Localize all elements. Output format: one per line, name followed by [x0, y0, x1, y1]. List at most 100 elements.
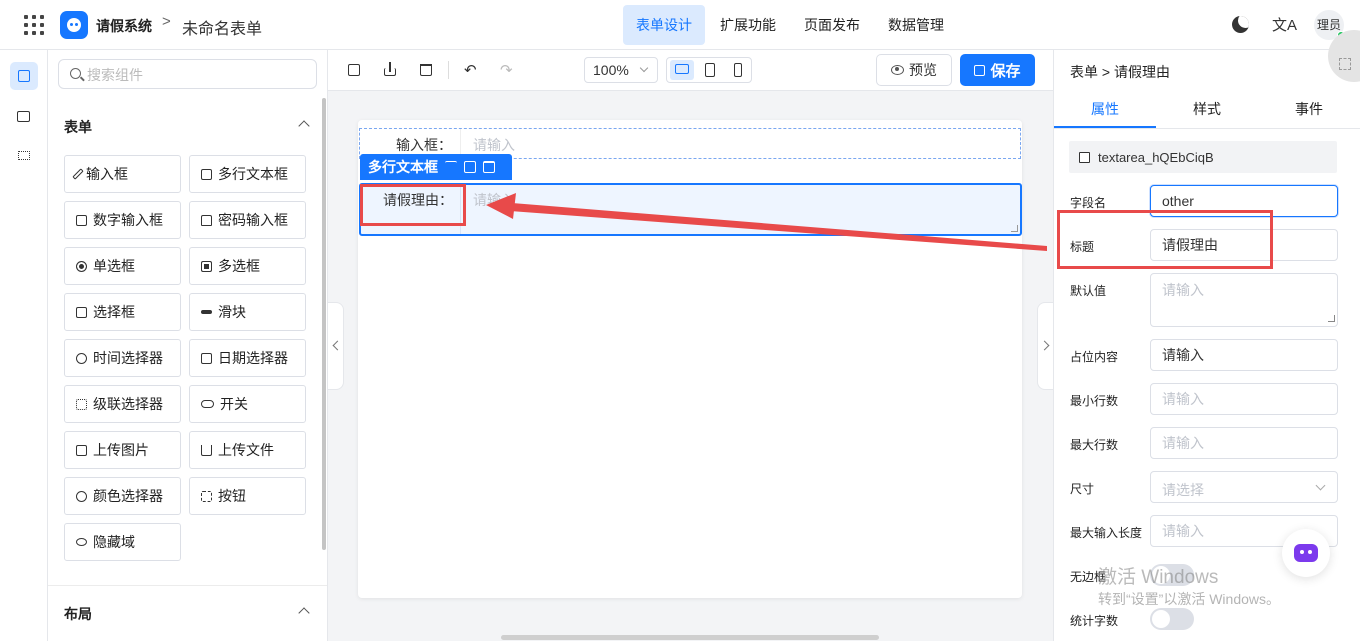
- undo-icon[interactable]: ↶: [462, 62, 478, 78]
- top-tabs: 表单设计 扩展功能 页面发布 数据管理: [623, 5, 959, 45]
- redo-icon[interactable]: ↷: [498, 62, 514, 78]
- field-placeholder: 请输入: [473, 137, 515, 153]
- tab-attributes[interactable]: 属性: [1054, 91, 1156, 128]
- tab-events[interactable]: 事件: [1258, 91, 1360, 128]
- label-max-rows: 最大行数: [1070, 438, 1119, 452]
- properties-tabs: 属性 样式 事件: [1054, 91, 1360, 129]
- default-value-textarea[interactable]: [1150, 273, 1338, 327]
- number-icon: [76, 214, 87, 226]
- tab-page-publish[interactable]: 页面发布: [791, 5, 873, 45]
- max-rows-input[interactable]: [1150, 427, 1338, 459]
- collapse-right-panel-handle[interactable]: [1037, 302, 1053, 390]
- size-select[interactable]: 请选择: [1150, 471, 1338, 503]
- chevron-right-icon: [1039, 340, 1050, 351]
- search-icon: [70, 68, 81, 79]
- left-rail: [0, 50, 48, 641]
- properties-breadcrumb: 表单 > 请假理由: [1070, 64, 1170, 80]
- cascader-icon: [76, 398, 87, 410]
- move-to-top-icon[interactable]: [445, 161, 457, 173]
- label-max-length: 最大输入长度: [1070, 526, 1143, 540]
- label-word-count: 统计字数: [1070, 614, 1119, 628]
- tab-style[interactable]: 样式: [1156, 91, 1258, 128]
- clock-icon: [76, 352, 87, 364]
- upload-icon: [201, 444, 212, 456]
- translate-icon[interactable]: 文A: [1272, 14, 1297, 35]
- component-search-input[interactable]: [87, 65, 307, 85]
- component-id-bar: textarea_hQEbCiqB: [1069, 141, 1337, 173]
- components-scrollbar[interactable]: [322, 98, 326, 550]
- textarea-icon: [1079, 151, 1090, 163]
- component-color-picker[interactable]: 颜色选择器: [64, 477, 181, 515]
- component-button[interactable]: 按钮: [189, 477, 306, 515]
- resize-grip-icon[interactable]: [1011, 225, 1018, 232]
- component-radio[interactable]: 单选框: [64, 247, 181, 285]
- rail-tree-icon[interactable]: [10, 142, 38, 170]
- selected-tag-label: 多行文本框: [368, 159, 438, 175]
- checkbox-icon: [201, 260, 212, 272]
- copy-icon[interactable]: [464, 161, 476, 173]
- component-input[interactable]: 输入框: [64, 155, 181, 193]
- component-slider[interactable]: 滑块: [189, 293, 306, 331]
- mobile-view-icon[interactable]: [726, 60, 750, 80]
- annotation-highlight-canvas-label: [360, 184, 466, 226]
- component-upload-image[interactable]: 上传图片: [64, 431, 181, 469]
- component-id: textarea_hQEbCiqB: [1098, 149, 1214, 165]
- component-password-input[interactable]: 密码输入框: [189, 201, 306, 239]
- properties-panel: 表单 > 请假理由 属性 样式 事件 textarea_hQEbCiqB 字段名…: [1053, 30, 1360, 641]
- rail-code-block-icon[interactable]: [10, 102, 38, 130]
- component-search[interactable]: [58, 59, 317, 89]
- button-icon: [201, 490, 212, 502]
- export-upload-icon[interactable]: [382, 62, 398, 78]
- windows-activation-watermark: 激活 Windows: [1098, 567, 1219, 588]
- label-size: 尺寸: [1070, 482, 1095, 496]
- min-rows-input[interactable]: [1150, 383, 1338, 415]
- word-count-switch[interactable]: [1150, 608, 1194, 630]
- component-number-input[interactable]: 数字输入框: [64, 201, 181, 239]
- canvas-horizontal-scrollbar[interactable]: [501, 635, 879, 640]
- resize-grip-icon[interactable]: [1328, 315, 1335, 322]
- top-header: 请假系统 > 未命名表单 表单设计 扩展功能 页面发布 数据管理 文A 理员: [0, 0, 1360, 50]
- field-textarea-box[interactable]: 请输入: [460, 185, 1020, 234]
- desktop-view-icon[interactable]: [670, 60, 694, 80]
- component-date-picker[interactable]: 日期选择器: [189, 339, 306, 377]
- label-min-rows: 最小行数: [1070, 394, 1119, 408]
- component-cascader[interactable]: 级联选择器: [64, 385, 181, 423]
- app-logo: [60, 11, 88, 39]
- annotation-highlight-title-property: [1057, 210, 1273, 269]
- collapse-left-panel-handle[interactable]: [328, 302, 344, 390]
- component-checkbox[interactable]: 多选框: [189, 247, 306, 285]
- tab-data-management[interactable]: 数据管理: [875, 5, 957, 45]
- component-time-picker[interactable]: 时间选择器: [64, 339, 181, 377]
- preview-button[interactable]: 预览: [876, 54, 952, 86]
- field-placeholder: 请输入: [473, 192, 515, 208]
- zoom-select[interactable]: 100%: [584, 57, 658, 83]
- component-upload-file[interactable]: 上传文件: [189, 431, 306, 469]
- component-select[interactable]: 选择框: [64, 293, 181, 331]
- label-default-value: 默认值: [1070, 284, 1107, 298]
- save-button[interactable]: 保存: [960, 54, 1035, 86]
- textarea-icon: [201, 168, 212, 180]
- preview-eye-icon: [891, 65, 904, 75]
- collapse-form-chevron-up-icon[interactable]: [298, 120, 310, 132]
- delete-icon[interactable]: [483, 161, 495, 173]
- document-name[interactable]: 未命名表单: [182, 15, 262, 39]
- preview-label: 预览: [909, 62, 937, 78]
- component-switch[interactable]: 开关: [189, 385, 306, 423]
- field-input-box[interactable]: 请输入: [460, 129, 1020, 158]
- tablet-view-icon[interactable]: [698, 60, 722, 80]
- save-disk-icon: [974, 64, 986, 76]
- component-hidden-field[interactable]: 隐藏域: [64, 523, 181, 561]
- tab-form-design[interactable]: 表单设计: [623, 5, 705, 45]
- assistant-robot-icon[interactable]: [1282, 529, 1330, 577]
- placeholder-input[interactable]: [1150, 339, 1338, 371]
- device-switcher: [666, 57, 752, 83]
- tab-extensions[interactable]: 扩展功能: [707, 5, 789, 45]
- collapse-layout-chevron-up-icon[interactable]: [298, 607, 310, 619]
- code-view-icon[interactable]: [346, 62, 362, 78]
- image-icon: [76, 444, 87, 456]
- dark-mode-moon-icon[interactable]: [1232, 16, 1249, 33]
- component-textarea[interactable]: 多行文本框: [189, 155, 306, 193]
- rail-components-puzzle-icon[interactable]: [10, 62, 38, 90]
- apps-grid-icon[interactable]: [24, 15, 44, 35]
- delete-trash-icon[interactable]: [418, 62, 434, 78]
